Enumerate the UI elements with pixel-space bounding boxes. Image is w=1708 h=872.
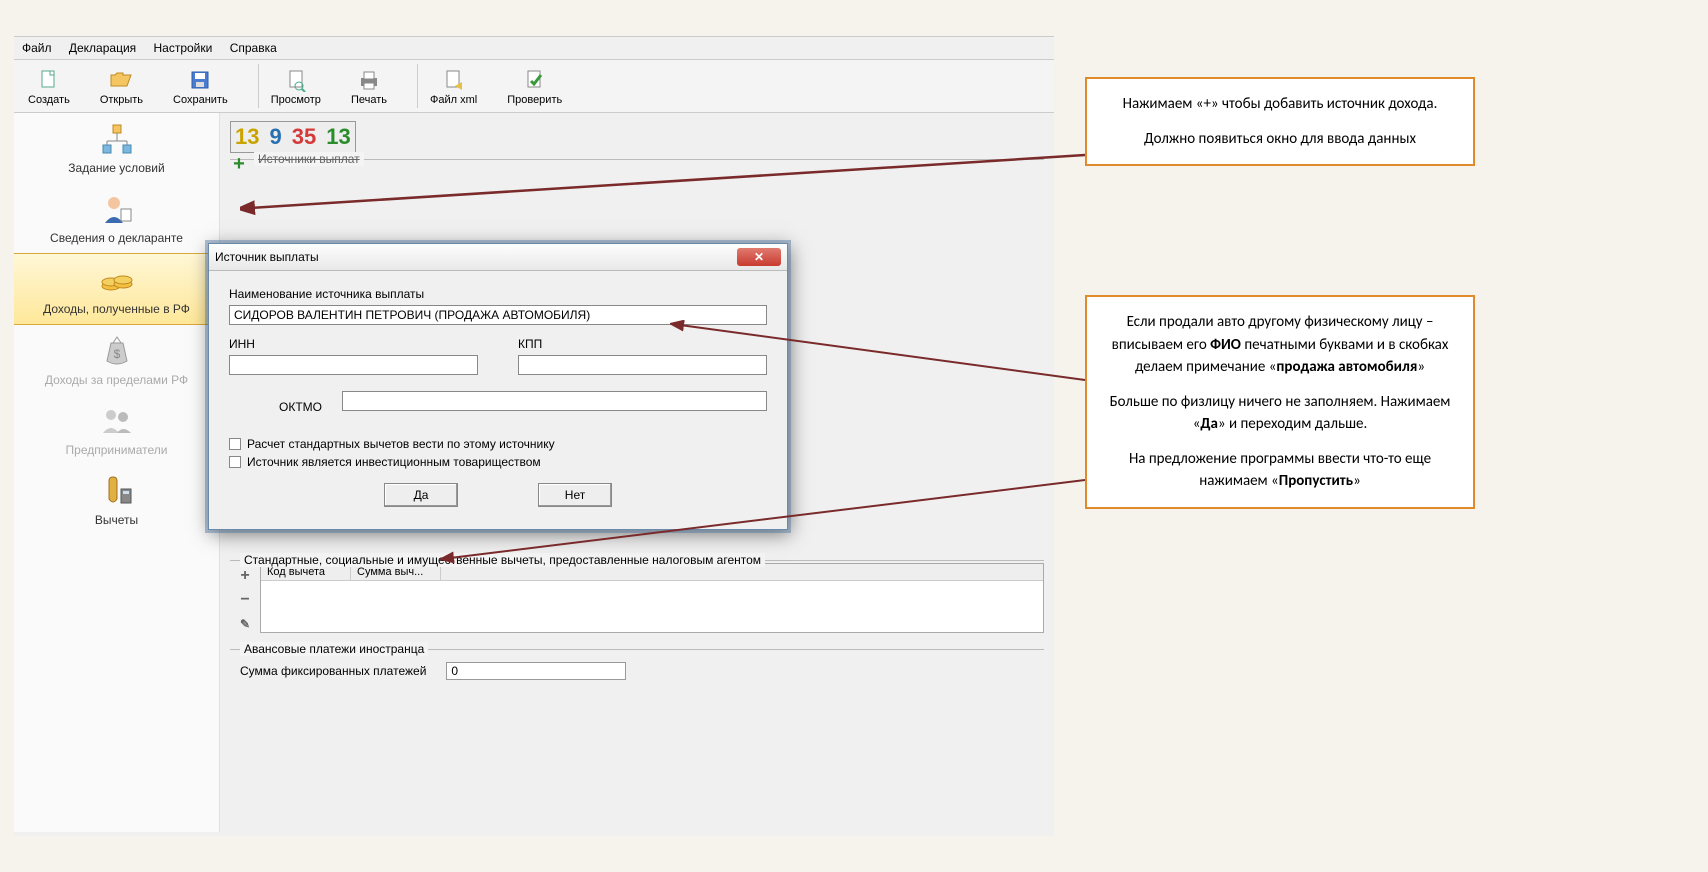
rate-tab-9[interactable]: 9 — [269, 124, 281, 150]
rate-tab-35[interactable]: 35 — [292, 124, 316, 150]
oktmo-input[interactable] — [342, 391, 767, 411]
advance-fixed-label: Сумма фиксированных платежей — [240, 664, 426, 678]
sidebar-item-deductions[interactable]: Вычеты — [14, 465, 219, 535]
dialog-close-button[interactable]: ✕ — [737, 248, 781, 266]
income-source-dialog: Источник выплаты ✕ Наименование источник… — [208, 243, 788, 530]
kpp-label: КПП — [518, 337, 767, 351]
deductions-table: Код вычета Сумма выч... — [260, 563, 1044, 633]
checkbox-icon — [229, 438, 241, 450]
toolbar-save-button[interactable]: Сохранить — [167, 66, 234, 108]
toolbar-xml-button[interactable]: Файл xml — [424, 66, 483, 108]
checkbox-icon — [229, 456, 241, 468]
people-icon — [99, 403, 135, 439]
rate-tab-13-green[interactable]: 13 — [326, 124, 350, 150]
sidebar-item-income-abroad: $Доходы за пределами РФ — [14, 325, 219, 395]
sidebar: Задание условий Сведения о декларанте До… — [14, 113, 220, 832]
menu-file[interactable]: Файл — [22, 41, 52, 55]
annotation-plus-hint: Нажимаем «+» чтобы добавить источник дох… — [1085, 77, 1475, 166]
deduction-remove-button[interactable]: − — [236, 591, 254, 609]
tax-rate-tabs: 13 9 35 13 — [230, 121, 356, 153]
add-source-button[interactable]: + — [228, 154, 250, 174]
person-icon — [99, 191, 135, 227]
toolbar-open-button[interactable]: Открыть — [94, 66, 149, 108]
preview-icon — [284, 68, 308, 92]
toolbar-check-button[interactable]: Проверить — [501, 66, 568, 108]
dialog-title: Источник выплаты — [215, 250, 319, 264]
kpp-input[interactable] — [518, 355, 767, 375]
print-icon — [357, 68, 381, 92]
menu-declaration[interactable]: Декларация — [69, 41, 136, 55]
menu-help[interactable]: Справка — [230, 41, 277, 55]
dialog-yes-button[interactable]: Да — [384, 483, 458, 507]
toolbar-create-button[interactable]: Создать — [22, 66, 76, 108]
sources-header-label: Источники выплат — [254, 152, 364, 166]
oktmo-label: ОКТМО — [279, 400, 322, 414]
deductions-agent-section: Стандартные, социальные и имущественные … — [230, 560, 1044, 637]
xml-file-icon — [442, 68, 466, 92]
sidebar-item-entrepreneurs: Предприниматели — [14, 395, 219, 465]
investment-partnership-checkbox-row[interactable]: Источник является инвестиционным товарищ… — [229, 455, 767, 469]
deductions-section-title: Стандартные, социальные и имущественные … — [240, 553, 765, 567]
check-icon — [523, 68, 547, 92]
sidebar-item-income-rf[interactable]: Доходы, полученные в РФ — [14, 253, 219, 325]
advance-payments-section: Авансовые платежи иностранца Сумма фикси… — [230, 649, 1044, 688]
inn-label: ИНН — [229, 337, 478, 351]
save-disk-icon — [188, 68, 212, 92]
annotation-name-hint: Если продали авто другому физическому ли… — [1085, 295, 1475, 509]
deductions-icon — [99, 473, 135, 509]
source-name-label: Наименование источника выплаты — [229, 287, 767, 301]
new-file-icon — [37, 68, 61, 92]
money-bag-icon: $ — [99, 333, 135, 369]
deduction-edit-button[interactable]: ✎ — [236, 615, 254, 633]
dialog-no-button[interactable]: Нет — [538, 483, 612, 507]
conditions-icon — [99, 121, 135, 157]
source-name-input[interactable] — [229, 305, 767, 325]
svg-text:$: $ — [113, 347, 120, 361]
menu-settings[interactable]: Настройки — [154, 41, 213, 55]
rate-tab-13-yellow[interactable]: 13 — [235, 124, 259, 150]
income-sources-section: + Источники выплат — [230, 159, 1044, 180]
deduction-add-button[interactable]: + — [236, 567, 254, 585]
toolbar-preview-button[interactable]: Просмотр — [265, 66, 327, 108]
advance-fixed-input[interactable] — [446, 662, 626, 680]
sidebar-item-conditions[interactable]: Задание условий — [14, 113, 219, 183]
sidebar-item-declarant[interactable]: Сведения о декларанте — [14, 183, 219, 253]
coins-icon — [99, 262, 135, 298]
menubar: Файл Декларация Настройки Справка — [14, 37, 1054, 60]
toolbar: Создать Открыть Сохранить Просмотр Печат… — [14, 60, 1054, 113]
advance-section-title: Авансовые платежи иностранца — [240, 642, 428, 656]
toolbar-print-button[interactable]: Печать — [345, 66, 393, 108]
open-folder-icon — [109, 68, 133, 92]
inn-input[interactable] — [229, 355, 478, 375]
standard-deductions-checkbox-row[interactable]: Расчет стандартных вычетов вести по этом… — [229, 437, 767, 451]
